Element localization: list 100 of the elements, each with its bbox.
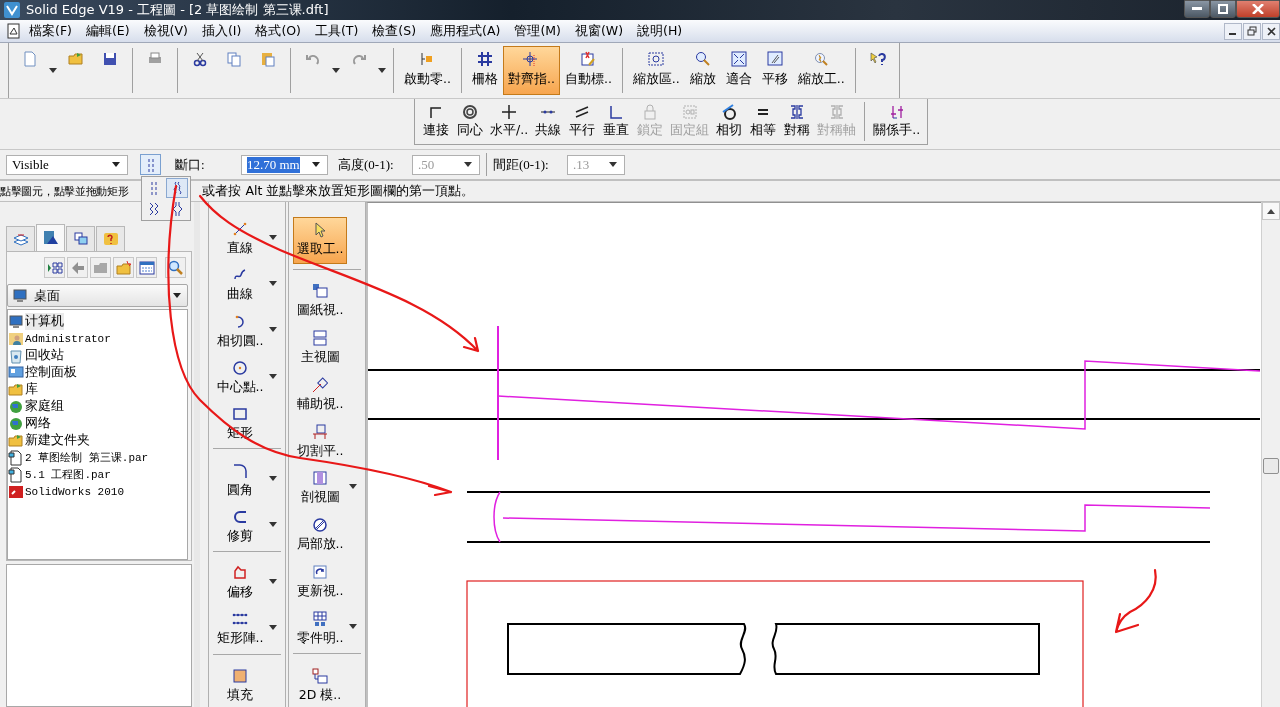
toolbar-button[interactable]: 啟動零.. — [399, 46, 456, 95]
relation-button[interactable]: 垂直 — [599, 100, 634, 143]
toolbar-button[interactable]: 自動標.. — [559, 46, 617, 95]
view-tool-button[interactable]: 輔助視.. — [293, 371, 347, 414]
view-tool-button[interactable]: 切割平.. — [293, 418, 347, 461]
menu-item[interactable]: 檢查(S) — [365, 22, 424, 40]
menu-item[interactable]: 說明(H) — [630, 22, 690, 40]
menu-item[interactable]: 檢視(V) — [136, 22, 195, 40]
file-item[interactable]: 家庭组 — [25, 398, 64, 415]
draw-tool-button[interactable]: 矩形陣.. — [213, 606, 267, 649]
file-item[interactable]: 计算机 — [25, 313, 64, 330]
file-item[interactable]: 2 草图绘制 第三课.par — [25, 450, 149, 465]
file-item[interactable]: 库 — [25, 381, 38, 398]
dropdown-caret-icon[interactable] — [378, 68, 386, 73]
dropdown-caret-icon[interactable] — [269, 625, 277, 630]
dropdown-caret-icon[interactable] — [349, 624, 357, 630]
menu-item[interactable]: 檔案(F) — [22, 22, 79, 40]
draw-tool-button[interactable]: 直線 — [213, 216, 267, 259]
draw-tool-button[interactable]: 圓角 — [213, 457, 267, 500]
toolbar-button[interactable]: 對齊指.. — [502, 46, 560, 95]
minimize-button[interactable] — [1224, 22, 1242, 40]
dropdown-caret-icon[interactable] — [173, 293, 181, 298]
panel-tab[interactable] — [6, 226, 35, 251]
dropdown-caret-icon[interactable] — [269, 327, 277, 333]
dropdown-caret-icon[interactable] — [269, 476, 277, 482]
restore-button[interactable] — [1243, 22, 1261, 40]
nav-button[interactable] — [136, 257, 157, 278]
draw-tool-button[interactable]: 曲線 — [213, 262, 267, 305]
scroll-up-button[interactable] — [1262, 202, 1280, 220]
view-tool-button[interactable]: 2D 模.. — [293, 662, 347, 705]
toolbar-button[interactable]: 縮放工.. — [792, 46, 850, 95]
note-icon — [580, 51, 597, 67]
relation-button[interactable]: 平行 — [565, 100, 600, 143]
relation-button[interactable]: 關係手.. — [870, 100, 924, 143]
file-item[interactable]: Administrator — [25, 332, 111, 345]
menu-item[interactable]: 管理(M) — [507, 22, 568, 40]
menu-item[interactable]: 格式(O) — [248, 22, 308, 40]
panel-tab[interactable] — [36, 224, 65, 251]
file-item[interactable]: 网络 — [25, 415, 51, 432]
menu-item[interactable]: 編輯(E) — [78, 22, 137, 40]
dropdown-caret-icon[interactable] — [49, 68, 57, 73]
groups-icon — [72, 231, 89, 247]
file-item[interactable]: 5.1 工程图.par — [25, 467, 111, 482]
break-gap-field[interactable]: 12.70 mm — [241, 154, 328, 175]
relation-button[interactable]: 共線 — [531, 100, 566, 143]
toolbar-button[interactable]: 平移 — [756, 46, 793, 95]
view-tool-button[interactable]: 零件明.. — [293, 605, 347, 648]
view-tool-button[interactable]: 選取工.. — [293, 217, 347, 265]
draw-tool-button[interactable]: 填充 — [213, 662, 267, 705]
relation-button[interactable]: 相切 — [712, 100, 747, 143]
relation-button[interactable]: 同心 — [453, 100, 487, 143]
recycle-bin-icon — [8, 347, 24, 364]
nav-button[interactable] — [113, 257, 134, 278]
relation-button[interactable]: 相等 — [746, 100, 781, 143]
nav-button[interactable] — [67, 257, 88, 278]
menu-item[interactable]: 視窗(W) — [567, 22, 631, 40]
scroll-thumb[interactable] — [1263, 458, 1279, 474]
view-tool-button[interactable]: 剖視圖 — [293, 465, 347, 508]
restore-button[interactable] — [1210, 0, 1236, 18]
view-tool-button[interactable]: 局部放.. — [293, 512, 347, 555]
draw-tool-button[interactable]: 相切圓.. — [213, 308, 267, 351]
dropdown-caret-icon[interactable] — [269, 373, 277, 379]
toolbar-button[interactable]: 縮放區.. — [627, 46, 685, 95]
file-item[interactable]: 控制面板 — [25, 364, 77, 381]
break-style-option[interactable] — [166, 178, 188, 198]
close-button[interactable] — [1262, 22, 1280, 40]
file-item[interactable]: SolidWorks 2010 — [25, 485, 125, 498]
toolbar-button[interactable]: 適合 — [720, 46, 757, 95]
toolbar-button[interactable]: 柵格 — [466, 46, 503, 95]
nav-button[interactable] — [44, 257, 65, 278]
relation-button[interactable]: 水平/.. — [487, 100, 532, 143]
file-item[interactable]: 回收站 — [25, 347, 64, 364]
file-item[interactable]: 新建文件夹 — [25, 432, 90, 449]
dropdown-caret-icon[interactable] — [349, 483, 357, 489]
menu-item[interactable]: 工具(T) — [307, 22, 366, 40]
line-style-select[interactable]: Visible — [6, 154, 128, 175]
menu-item[interactable]: 插入(I) — [194, 22, 249, 40]
dropdown-caret-icon[interactable] — [269, 234, 277, 240]
menu-item[interactable]: 應用程式(A) — [423, 22, 508, 40]
relation-button[interactable]: 連接 — [419, 100, 453, 143]
draw-tool-button[interactable]: 修剪 — [213, 503, 267, 546]
location-dropdown[interactable]: 桌面 — [7, 284, 188, 307]
library-icon — [42, 230, 59, 246]
panel-tab[interactable] — [66, 226, 95, 251]
relation-button[interactable]: 對稱 — [780, 100, 815, 143]
toolbar-button[interactable]: 縮放 — [684, 46, 721, 95]
dropdown-caret-icon[interactable] — [269, 578, 277, 584]
view-tool-button[interactable]: 圖紙視.. — [293, 278, 347, 321]
dropdown-caret-icon[interactable] — [312, 162, 320, 167]
view-tool-button[interactable]: 主視圖 — [293, 325, 347, 367]
view-tool-button[interactable]: 更新視.. — [293, 558, 347, 601]
minimize-button[interactable] — [1184, 0, 1210, 18]
draw-tool-button[interactable]: 偏移 — [213, 560, 267, 603]
document-icon[interactable] — [6, 23, 22, 39]
dropdown-caret-icon[interactable] — [332, 68, 340, 73]
dropdown-caret-icon[interactable] — [269, 280, 277, 286]
dropdown-caret-icon[interactable] — [112, 162, 120, 167]
dropdown-caret-icon[interactable] — [269, 522, 277, 528]
draw-tool-button[interactable]: 中心點.. — [213, 355, 267, 398]
close-button[interactable] — [1236, 0, 1280, 18]
